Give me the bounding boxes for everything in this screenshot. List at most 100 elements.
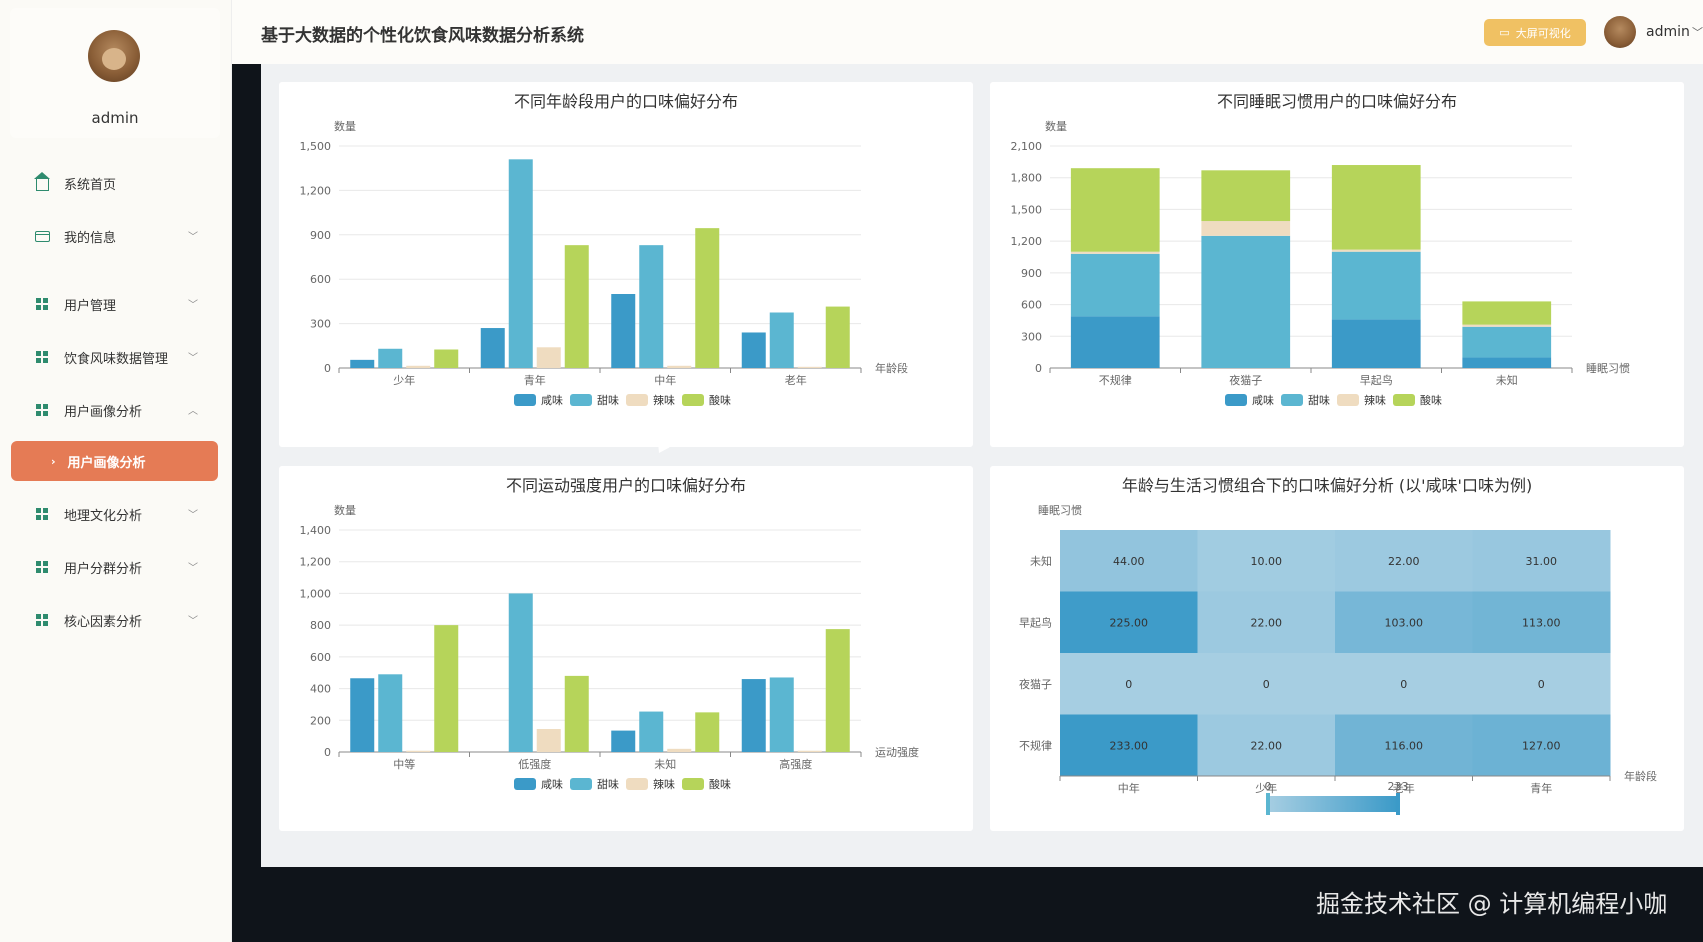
x-tick-label: 不规律: [1099, 373, 1132, 387]
legend-label: 咸味: [541, 394, 563, 407]
sidebar-item-core-factors[interactable]: 核心因素分析 ﹀: [10, 600, 220, 640]
bar: [667, 748, 692, 752]
sidebar-item-label: 我的信息: [64, 230, 117, 246]
bar: [741, 332, 766, 368]
y-tick-label: 600: [1021, 299, 1042, 312]
chart-panel-age: 不同年龄段用户的口味偏好分布 数量 年龄段 0 300 600 900 1,200 1,500 少…: [279, 82, 973, 447]
y-axis-label: 睡眠习惯: [1038, 503, 1082, 517]
y-tick-label: 1,500: [300, 140, 332, 153]
sidebar-item-my-info[interactable]: 我的信息 ﹀: [10, 216, 220, 256]
sidebar-item-home[interactable]: 系统首页: [10, 163, 220, 203]
heatmap-value: 233.00: [1110, 739, 1149, 752]
bar: [1070, 253, 1160, 317]
sidebar-item-geo-culture[interactable]: 地理文化分析 ﹀: [10, 494, 220, 534]
x-tick-label: 中年: [654, 373, 676, 387]
bar: [1070, 251, 1160, 254]
sidebar-item-label: 系统首页: [64, 177, 117, 193]
x-tick-label: 低强度: [518, 757, 551, 771]
y-tick-label: 400: [310, 683, 331, 696]
bar: [1331, 251, 1421, 320]
legend-label: 甜味: [1308, 394, 1330, 407]
chevron-down-icon: ﹀: [188, 616, 198, 627]
heatmap-value: 0: [1263, 678, 1270, 691]
legend-label: 辣味: [653, 777, 675, 791]
legend-label: 咸味: [541, 778, 563, 791]
chevron-down-icon[interactable]: ﹀: [1692, 24, 1703, 40]
heatmap-value: 0: [1400, 678, 1407, 691]
sidebar-subitem-user-profile-analysis[interactable]: › 用户画像分析: [11, 441, 218, 481]
heatmap-value: 0: [1538, 678, 1545, 691]
bar: [378, 348, 403, 368]
visual-map-bar: [1268, 796, 1398, 812]
sidebar-item-label: 地理文化分析: [64, 508, 143, 524]
heatmap-value: 10.00: [1251, 555, 1283, 568]
x-tick-label: 中年: [1118, 781, 1140, 795]
bar: [406, 365, 431, 368]
heatmap-value: 22.00: [1251, 739, 1283, 752]
bar: [378, 674, 403, 752]
sidebar-item-label: 用户分群分析: [64, 561, 143, 577]
bar: [480, 328, 505, 368]
bar: [536, 729, 561, 752]
legend-swatch: [1337, 394, 1359, 406]
monitor-icon: ▭: [1499, 26, 1510, 39]
bar: [434, 625, 459, 752]
bar: [1201, 221, 1291, 236]
x-tick-label: 老年: [785, 373, 807, 387]
grid-icon: [28, 298, 56, 310]
heatmap-value: 103.00: [1385, 616, 1424, 629]
bar: [434, 349, 459, 368]
x-tick-label: 少年: [393, 373, 415, 387]
legend-swatch: [1225, 394, 1247, 406]
y-tick-label: 早起鸟: [1019, 615, 1052, 629]
legend-swatch: [626, 394, 648, 406]
sidebar-item-user-management[interactable]: 用户管理 ﹀: [10, 284, 220, 324]
visual-map-handle-max: [1396, 793, 1400, 815]
legend-label: 酸味: [709, 777, 731, 791]
legend-swatch: [626, 778, 648, 790]
y-tick-label: 600: [310, 651, 331, 664]
bar: [639, 711, 664, 752]
bar: [1070, 316, 1160, 368]
chart-panel-heatmap: 年龄与生活习惯组合下的口味偏好分析 (以'咸味'口味为例) 睡眠习惯 年龄段 44.0…: [990, 466, 1684, 831]
chart-panel-sleep: 不同睡眠习惯用户的口味偏好分布 数量 睡眠习惯 0 300 600 900 1,200 1,50…: [990, 82, 1684, 447]
header-username[interactable]: admin: [1646, 24, 1690, 40]
sidebar-item-label: 用户管理: [64, 298, 117, 314]
sidebar-item-diet-flavor-data[interactable]: 饮食风味数据管理 ﹀: [10, 337, 220, 377]
sidebar-item-user-clustering[interactable]: 用户分群分析 ﹀: [10, 547, 220, 587]
chart-svg: 不同运动强度用户的口味偏好分布数量运动强度 0 200 400 600 800 1,000 1…: [300, 476, 920, 791]
legend-label: 酸味: [1420, 393, 1442, 407]
y-tick-label: 1,200: [300, 556, 332, 569]
bar: [1331, 249, 1421, 252]
grid-icon: [28, 351, 56, 363]
bar: [508, 593, 533, 752]
y-tick-label: 0: [324, 746, 331, 759]
y-tick-label: 0: [324, 362, 331, 375]
bar: [564, 245, 589, 368]
legend-label: 咸味: [1252, 394, 1274, 407]
sidebar-item-label: 用户画像分析: [67, 455, 146, 471]
chart-svg: 不同年龄段用户的口味偏好分布数量年龄段 0 300 600 900 1,200 1,500 少…: [300, 92, 909, 407]
bar: [639, 245, 664, 368]
app-title: 基于大数据的个性化饮食风味数据分析系统: [261, 26, 584, 46]
home-icon: [28, 172, 56, 191]
avatar[interactable]: [88, 30, 140, 82]
heatmap-value: 116.00: [1385, 739, 1424, 752]
bar: [825, 629, 850, 752]
bar: [1462, 326, 1552, 358]
x-tick-label: 青年: [1530, 781, 1552, 795]
visual-map-min-label: 0: [1265, 780, 1272, 793]
sidebar: admin 系统首页 我的信息 ﹀ 用户管理 ﹀ 饮食风味数据管理 ﹀ 用户画像…: [0, 0, 232, 942]
dashboard-content: 不同年龄段用户的口味偏好分布 数量 年龄段 0 300 600 900 1,200 1,500 少…: [261, 64, 1703, 867]
legend-label: 酸味: [709, 393, 731, 407]
x-tick-label: 未知: [1496, 373, 1518, 387]
chevron-right-icon: ›: [51, 454, 56, 468]
heatmap-value: 0: [1125, 678, 1132, 691]
bigscreen-button[interactable]: ▭ 大屏可视化: [1484, 19, 1586, 46]
header-avatar[interactable]: [1604, 16, 1636, 48]
sidebar-item-user-profile-analysis[interactable]: 用户画像分析 ︿: [10, 390, 220, 430]
bigscreen-label: 大屏可视化: [1515, 26, 1571, 40]
x-axis-label: 运动强度: [875, 745, 919, 759]
y-tick-label: 未知: [1030, 554, 1052, 568]
legend-label: 辣味: [1364, 393, 1386, 407]
